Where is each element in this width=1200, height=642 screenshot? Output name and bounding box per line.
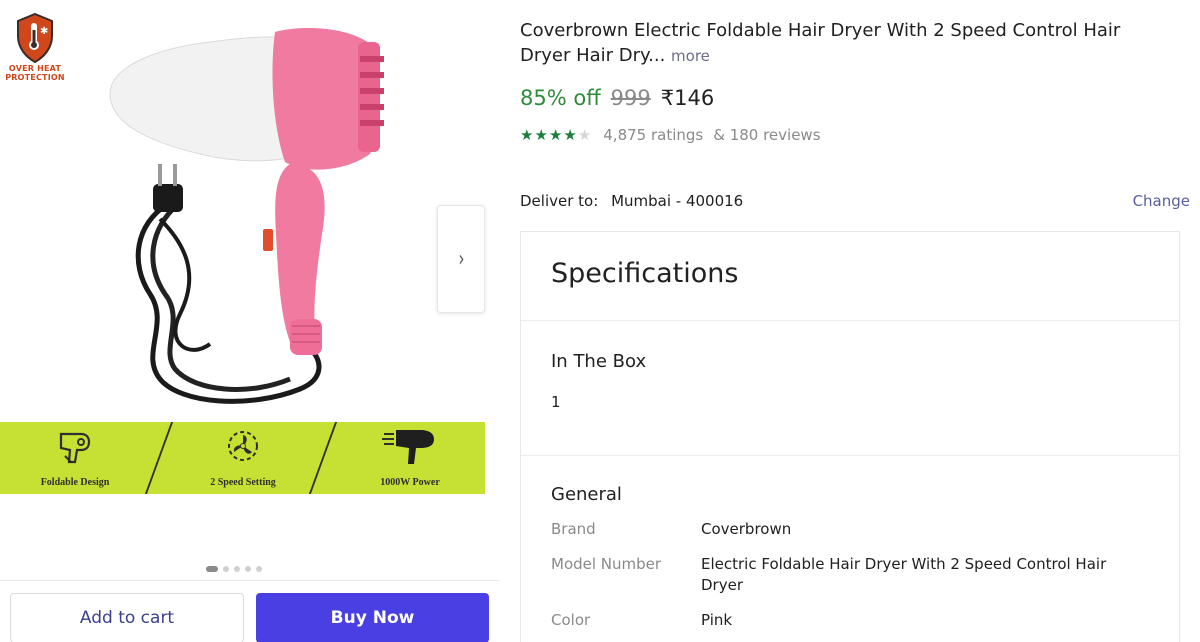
add-to-cart-button[interactable]: Add to cart — [10, 593, 244, 642]
specifications-heading: Specifications — [521, 232, 1179, 321]
badge-label-1: OVER HEAT — [8, 64, 62, 73]
selling-price: ₹146 — [660, 86, 715, 110]
power-dryer-icon — [382, 430, 434, 464]
general-section: General Brand Coverbrown Model Number El… — [521, 456, 1179, 631]
more-link[interactable]: more — [671, 47, 710, 65]
spec-value: Pink — [701, 611, 733, 629]
price-row: 85% off 999 ₹146 — [520, 86, 714, 110]
buy-now-button[interactable]: Buy Now — [256, 593, 489, 642]
feature-label: 1000W Power — [380, 477, 440, 488]
in-the-box-section: In The Box 1 — [521, 321, 1179, 456]
feature-speed: 2 Speed Setting — [168, 422, 318, 494]
star-icon: ★ — [534, 126, 548, 144]
foldable-dryer-icon — [59, 432, 91, 464]
next-image-button[interactable]: › — [437, 205, 485, 313]
spec-row-model: Model Number Electric Foldable Hair Drye… — [551, 554, 1179, 596]
spec-key: Brand — [551, 520, 596, 538]
carousel-dot-active[interactable] — [206, 566, 218, 572]
feature-strip: Foldable Design 2 Speed Setting 1000W Po… — [0, 422, 485, 494]
spec-value: Coverbrown — [701, 520, 792, 538]
feature-foldable: Foldable Design — [0, 422, 150, 494]
feature-label: 2 Speed Setting — [210, 477, 276, 488]
general-title: General — [551, 484, 622, 505]
ratings-count: 4,875 ratings — [603, 126, 704, 144]
spec-row-color: Color Pink — [551, 610, 1179, 631]
overheat-protection-badge: ✱ OVER HEAT PROTECTION — [4, 12, 66, 82]
deliver-to-label: Deliver to: — [520, 192, 599, 210]
carousel-dot[interactable] — [256, 566, 262, 572]
rating-stars: ★ ★ ★ ★ ★ — [520, 126, 591, 144]
feature-label: Foldable Design — [40, 477, 110, 488]
rating-row[interactable]: ★ ★ ★ ★ ★ 4,875 ratings & 180 reviews — [520, 126, 821, 144]
product-title-text: Coverbrown Electric Foldable Hair Dryer … — [520, 20, 1121, 66]
chevron-right-icon: › — [457, 246, 465, 272]
carousel-dot[interactable] — [223, 566, 229, 572]
mrp-price: 999 — [610, 86, 651, 110]
change-location-link[interactable]: Change — [1133, 192, 1190, 210]
spec-key: Model Number — [551, 555, 662, 573]
star-icon: ★ — [520, 126, 534, 144]
action-bar: Add to cart Buy Now — [0, 580, 500, 642]
spec-key: Color — [551, 611, 591, 629]
delivery-location: Mumbai - 400016 — [611, 192, 744, 210]
in-the-box-value: 1 — [551, 393, 561, 411]
star-icon: ★ — [563, 126, 577, 144]
product-title: Coverbrown Electric Foldable Hair Dryer … — [520, 18, 1160, 69]
badge-label-2: PROTECTION — [5, 73, 65, 82]
carousel-dots — [206, 566, 262, 572]
star-icon: ★ — [548, 126, 563, 144]
in-the-box-title: In The Box — [551, 351, 647, 372]
discount-label: 85% off — [520, 86, 601, 110]
star-icon: ★ — [577, 126, 592, 144]
hair-dryer-image[interactable] — [90, 14, 400, 414]
carousel-dot[interactable] — [245, 566, 251, 572]
product-image-panel: ✱ OVER HEAT PROTECTION › Foldable Design… — [0, 0, 500, 642]
reviews-count: & 180 reviews — [713, 126, 821, 144]
delivery-row: Deliver to: Mumbai - 400016 Change — [520, 192, 1190, 210]
carousel-dot[interactable] — [234, 566, 240, 572]
spec-row-brand: Brand Coverbrown — [551, 519, 1179, 540]
feature-power: 1000W Power — [335, 422, 485, 494]
spec-value: Electric Foldable Hair Dryer With 2 Spee… — [701, 555, 1107, 594]
specifications-card: Specifications In The Box 1 General Bran… — [520, 231, 1180, 642]
svg-text:✱: ✱ — [40, 26, 48, 37]
thermometer-shield-icon: ✱ — [17, 12, 53, 64]
fan-speed-icon — [228, 431, 258, 461]
